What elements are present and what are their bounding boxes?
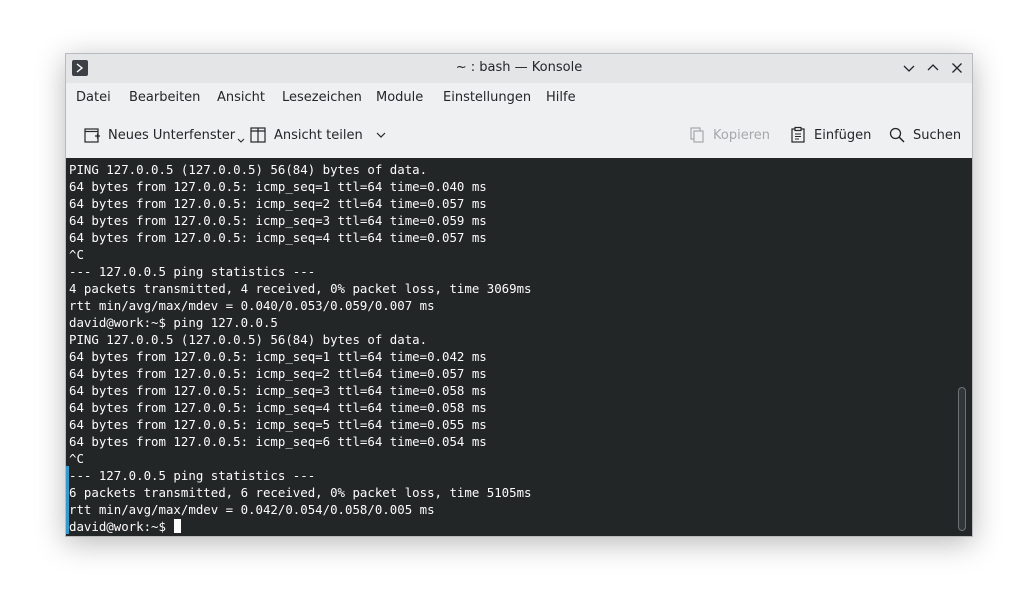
terminal-line: 64 bytes from 127.0.0.5: icmp_seq=6 ttl=… <box>69 434 487 449</box>
terminal-line: PING 127.0.0.5 (127.0.0.5) 56(84) bytes … <box>69 162 428 177</box>
minimize-button[interactable] <box>901 60 917 76</box>
konsole-window: ~ : bash — Konsole Datei Bearbeiten Ansi… <box>65 53 973 537</box>
menu-einstellungen[interactable]: Einstellungen <box>443 90 531 105</box>
new-tab-button[interactable]: Neues Unterfenster <box>83 125 245 145</box>
new-tab-icon <box>84 128 100 143</box>
terminal-line: 64 bytes from 127.0.0.5: icmp_seq=4 ttl=… <box>69 230 487 245</box>
chevron-down-icon <box>237 138 245 143</box>
terminal-line: rtt min/avg/max/mdev = 0.040/0.053/0.059… <box>69 298 435 313</box>
toolbar: Neues Unterfenster Ansicht teilen Kopier… <box>66 111 972 158</box>
menu-hilfe[interactable]: Hilfe <box>546 90 576 105</box>
split-view-label: Ansicht teilen <box>274 127 363 143</box>
terminal-line: ^C <box>69 247 84 262</box>
search-label: Suchen <box>913 127 962 143</box>
copy-button[interactable]: Kopieren <box>688 125 770 145</box>
close-button[interactable] <box>949 60 965 76</box>
new-tab-label: Neues Unterfenster <box>108 127 236 143</box>
window-title: ~ : bash — Konsole <box>455 60 583 75</box>
terminal-view[interactable]: PING 127.0.0.5 (127.0.0.5) 56(84) bytes … <box>66 158 972 536</box>
search-marker <box>66 466 69 534</box>
terminal-line: rtt min/avg/max/mdev = 0.042/0.054/0.058… <box>69 502 435 517</box>
terminal-line: 64 bytes from 127.0.0.5: icmp_seq=2 ttl=… <box>69 366 487 381</box>
menu-bar: Datei Bearbeiten Ansicht Lesezeichen Mod… <box>66 83 972 111</box>
terminal-output: PING 127.0.0.5 (127.0.0.5) 56(84) bytes … <box>69 161 954 535</box>
terminal-prompt: david@work:~$ <box>69 519 174 534</box>
terminal-line: 4 packets transmitted, 4 received, 0% pa… <box>69 281 532 296</box>
terminal-line: --- 127.0.0.5 ping statistics --- <box>69 468 316 483</box>
split-view-icon <box>250 127 266 143</box>
text-cursor <box>174 519 182 533</box>
paste-button[interactable]: Einfügen <box>789 125 871 145</box>
terminal-line: 64 bytes from 127.0.0.5: icmp_seq=5 ttl=… <box>69 417 487 432</box>
terminal-line: 64 bytes from 127.0.0.5: icmp_seq=4 ttl=… <box>69 400 487 415</box>
terminal-line: 64 bytes from 127.0.0.5: icmp_seq=1 ttl=… <box>69 179 487 194</box>
chevron-down-icon <box>376 132 386 138</box>
split-view-button[interactable]: Ansicht teilen <box>249 125 394 145</box>
terminal-line: 64 bytes from 127.0.0.5: icmp_seq=1 ttl=… <box>69 349 487 364</box>
terminal-line: ^C <box>69 451 84 466</box>
paste-label: Einfügen <box>814 127 872 143</box>
terminal-line: 64 bytes from 127.0.0.5: icmp_seq=2 ttl=… <box>69 196 487 211</box>
copy-label: Kopieren <box>713 127 770 143</box>
menu-lesezeichen[interactable]: Lesezeichen <box>282 90 362 105</box>
terminal-line: 6 packets transmitted, 6 received, 0% pa… <box>69 485 532 500</box>
terminal-line: 64 bytes from 127.0.0.5: icmp_seq=3 ttl=… <box>69 383 487 398</box>
terminal-line: --- 127.0.0.5 ping statistics --- <box>69 264 316 279</box>
terminal-line: PING 127.0.0.5 (127.0.0.5) 56(84) bytes … <box>69 332 428 347</box>
terminal-line: david@work:~$ ping 127.0.0.5 <box>69 315 278 330</box>
maximize-button[interactable] <box>925 60 941 76</box>
search-icon <box>889 127 905 143</box>
menu-module[interactable]: Module <box>376 90 423 105</box>
terminal-line: 64 bytes from 127.0.0.5: icmp_seq=3 ttl=… <box>69 213 487 228</box>
copy-icon <box>690 127 704 143</box>
search-button[interactable]: Suchen <box>888 125 961 145</box>
menu-ansicht[interactable]: Ansicht <box>217 90 265 105</box>
paste-icon <box>791 126 805 143</box>
scrollbar-thumb[interactable] <box>958 387 966 531</box>
menu-bearbeiten[interactable]: Bearbeiten <box>129 90 200 105</box>
title-bar[interactable]: ~ : bash — Konsole <box>66 54 972 83</box>
menu-datei[interactable]: Datei <box>76 90 111 105</box>
terminal-prompt-line[interactable]: david@work:~$ <box>69 518 954 535</box>
